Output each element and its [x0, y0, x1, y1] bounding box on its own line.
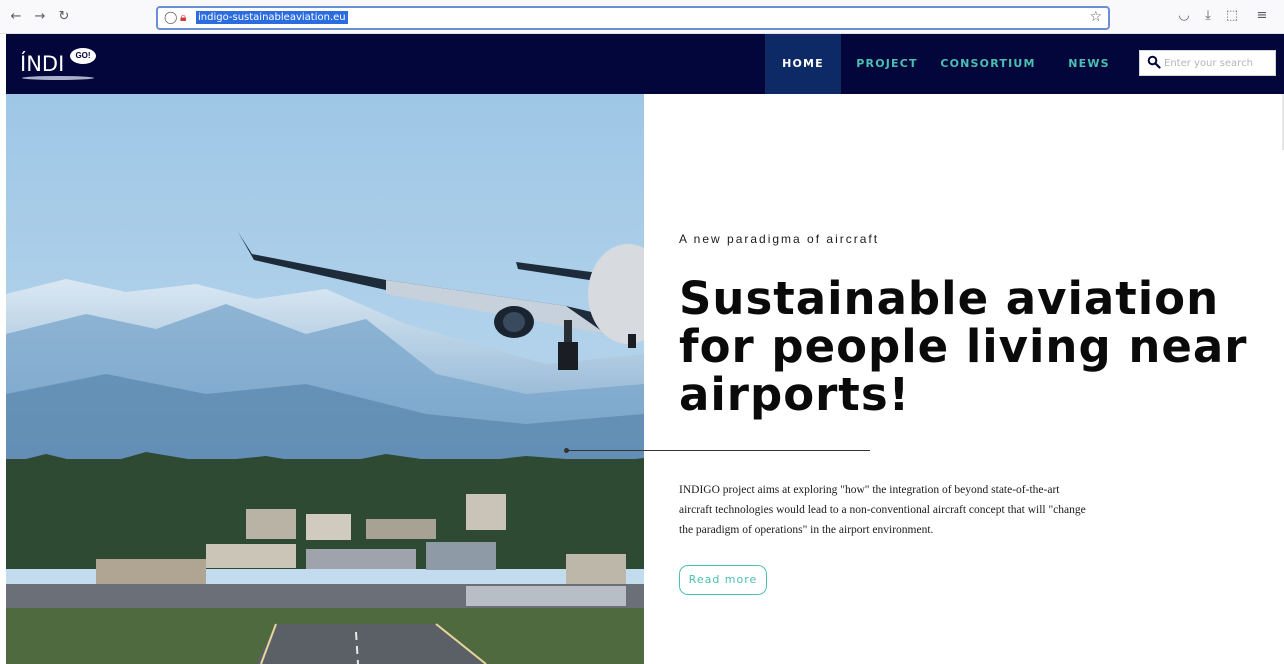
- airplane-landing-image: [6, 94, 644, 664]
- shield-icon[interactable]: ◯: [164, 10, 177, 24]
- nav-news[interactable]: NEWS: [1066, 34, 1112, 94]
- logo-swoosh: [22, 76, 94, 80]
- search-icon[interactable]: [1147, 55, 1161, 69]
- hero-eyebrow: A new paradigma of aircraft: [679, 232, 880, 246]
- hero-headline: Sustainable aviation for people living n…: [679, 272, 1248, 421]
- nav-home[interactable]: HOME: [765, 34, 841, 94]
- hero-image: [6, 94, 644, 664]
- logo-text: ÍNDI: [20, 52, 65, 76]
- site-header: ÍNDI GO! HOME PROJECT CONSORTIUM NEWS: [6, 34, 1284, 94]
- nav-consortium[interactable]: CONSORTIUM: [938, 34, 1038, 94]
- nav-project[interactable]: PROJECT: [852, 34, 922, 94]
- read-more-button[interactable]: Read more: [679, 565, 767, 595]
- logo-badge: GO!: [70, 48, 96, 64]
- back-icon[interactable]: ←: [8, 9, 24, 25]
- url-text[interactable]: indigo-sustainableaviation.eu: [196, 11, 348, 24]
- indigo-logo[interactable]: ÍNDI GO!: [20, 48, 100, 82]
- hero-description: INDIGO project aims at exploring "how" t…: [679, 484, 1086, 536]
- extensions-icon[interactable]: ⬚: [1224, 8, 1240, 24]
- pocket-icon[interactable]: ◡: [1176, 8, 1192, 24]
- reload-icon[interactable]: ↻: [56, 9, 72, 25]
- browser-toolbar: ← → ↻ ◯ 🔒︎ indigo-sustainableaviation.eu…: [0, 0, 1284, 34]
- download-icon[interactable]: ⤓: [1200, 8, 1216, 24]
- lock-icon[interactable]: 🔒︎: [180, 10, 186, 25]
- menu-icon[interactable]: ≡: [1254, 8, 1270, 24]
- divider-dot: [564, 448, 569, 453]
- search-input[interactable]: [1164, 54, 1272, 72]
- divider-line: [566, 450, 870, 451]
- bookmark-star-icon[interactable]: ☆: [1089, 9, 1102, 25]
- address-bar[interactable]: ◯ 🔒︎ indigo-sustainableaviation.eu ☆: [156, 6, 1110, 30]
- forward-icon[interactable]: →: [32, 9, 48, 25]
- search-box[interactable]: [1139, 50, 1276, 76]
